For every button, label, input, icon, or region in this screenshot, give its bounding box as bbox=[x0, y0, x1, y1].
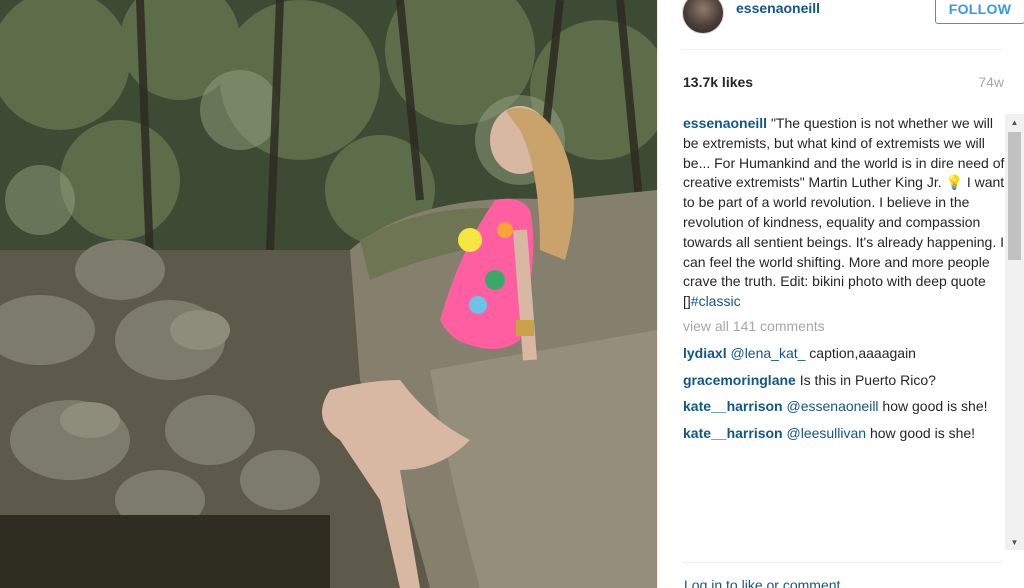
comment-item: kate__harrison @leesullivan how good is … bbox=[683, 424, 1008, 444]
follow-button[interactable]: FOLLOW bbox=[935, 0, 1024, 24]
comment-text: caption,aaaagain bbox=[805, 344, 916, 361]
caption: essenaoneill "The question is not whethe… bbox=[683, 114, 1008, 312]
comment-username[interactable]: kate__harrison bbox=[683, 425, 783, 441]
caption-username[interactable]: essenaoneill bbox=[683, 115, 767, 131]
post-footer: Log in to like or comment. bbox=[682, 562, 1002, 588]
view-all-comments-link[interactable]: view all 141 comments bbox=[683, 317, 1008, 337]
scroll-down-arrow-icon[interactable]: ▼ bbox=[1005, 534, 1024, 550]
comment-username[interactable]: lydiaxl bbox=[683, 345, 727, 361]
scroll-up-arrow-icon[interactable]: ▲ bbox=[1005, 114, 1024, 130]
caption-text: "The question is not whether we will be … bbox=[683, 115, 1005, 310]
comments-list: essenaoneill "The question is not whethe… bbox=[683, 114, 1008, 550]
avatar[interactable] bbox=[682, 0, 724, 34]
comments-scrollbar[interactable]: ▲ ▼ bbox=[1005, 114, 1024, 550]
post-photo[interactable] bbox=[0, 0, 657, 588]
post-time[interactable]: 74w bbox=[978, 74, 1004, 90]
caption-hashtag[interactable]: #classic bbox=[691, 293, 741, 309]
header-username[interactable]: essenaoneill bbox=[736, 0, 820, 16]
comment-username[interactable]: gracemoringlane bbox=[683, 372, 796, 388]
likes-count[interactable]: 13.7k likes bbox=[683, 74, 753, 90]
comment-mention[interactable]: @leesullivan bbox=[787, 425, 867, 441]
comment-text: how good is she! bbox=[878, 398, 988, 415]
comment-username[interactable]: kate__harrison bbox=[683, 398, 783, 414]
comment-text: Is this in Puerto Rico? bbox=[799, 371, 936, 388]
comment-item: gracemoringlane Is this in Puerto Rico? bbox=[683, 371, 1008, 391]
comment-text: how good is she! bbox=[866, 425, 976, 442]
post-stats: 13.7k likes 74w bbox=[682, 72, 1004, 96]
scroll-thumb[interactable] bbox=[1008, 132, 1021, 260]
post-side-panel: essenaoneill FOLLOW 13.7k likes 74w esse… bbox=[657, 0, 1024, 588]
post-header: essenaoneill FOLLOW bbox=[682, 0, 1024, 50]
comment-mention[interactable]: @lena_kat_ bbox=[730, 345, 805, 361]
photo-illustration bbox=[0, 0, 657, 588]
comment-item: lydiaxl @lena_kat_ caption,aaaagain bbox=[683, 344, 1008, 364]
comment-mention[interactable]: @essenaoneill bbox=[787, 398, 879, 414]
comment-item: kate__harrison @essenaoneill how good is… bbox=[683, 397, 1008, 417]
login-link[interactable]: Log in to like or comment. bbox=[684, 577, 844, 588]
